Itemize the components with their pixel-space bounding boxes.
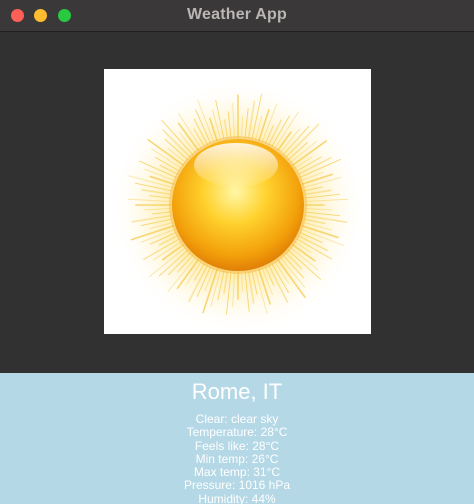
weather-image (104, 69, 371, 334)
city-label: Rome, IT (191, 379, 283, 404)
main-content (0, 32, 474, 373)
pressure-label: Pressure: 1016 hPa (183, 478, 291, 493)
title-bar: Weather App (0, 0, 474, 32)
temperature-label: Temperature: 28°C (186, 425, 288, 440)
min-temp-label: Min temp: 26°C (195, 451, 279, 466)
weather-info-panel: Rome, IT Clear: clear sky Temperature: 2… (0, 373, 474, 504)
feels-like-label: Feels like: 28°C (194, 438, 280, 453)
humidity-label: Humidity: 44% (198, 491, 276, 504)
condition-label: Clear: clear sky (195, 412, 279, 426)
weather-details: Clear: clear sky Temperature: 28°C Feels… (0, 412, 474, 504)
window-title: Weather App (187, 6, 287, 23)
app-window: Weather App Rome, IT Clear: clear sky Te… (0, 0, 474, 504)
max-temp-label: Max temp: 31°C (193, 465, 281, 480)
sun-icon (104, 69, 371, 334)
